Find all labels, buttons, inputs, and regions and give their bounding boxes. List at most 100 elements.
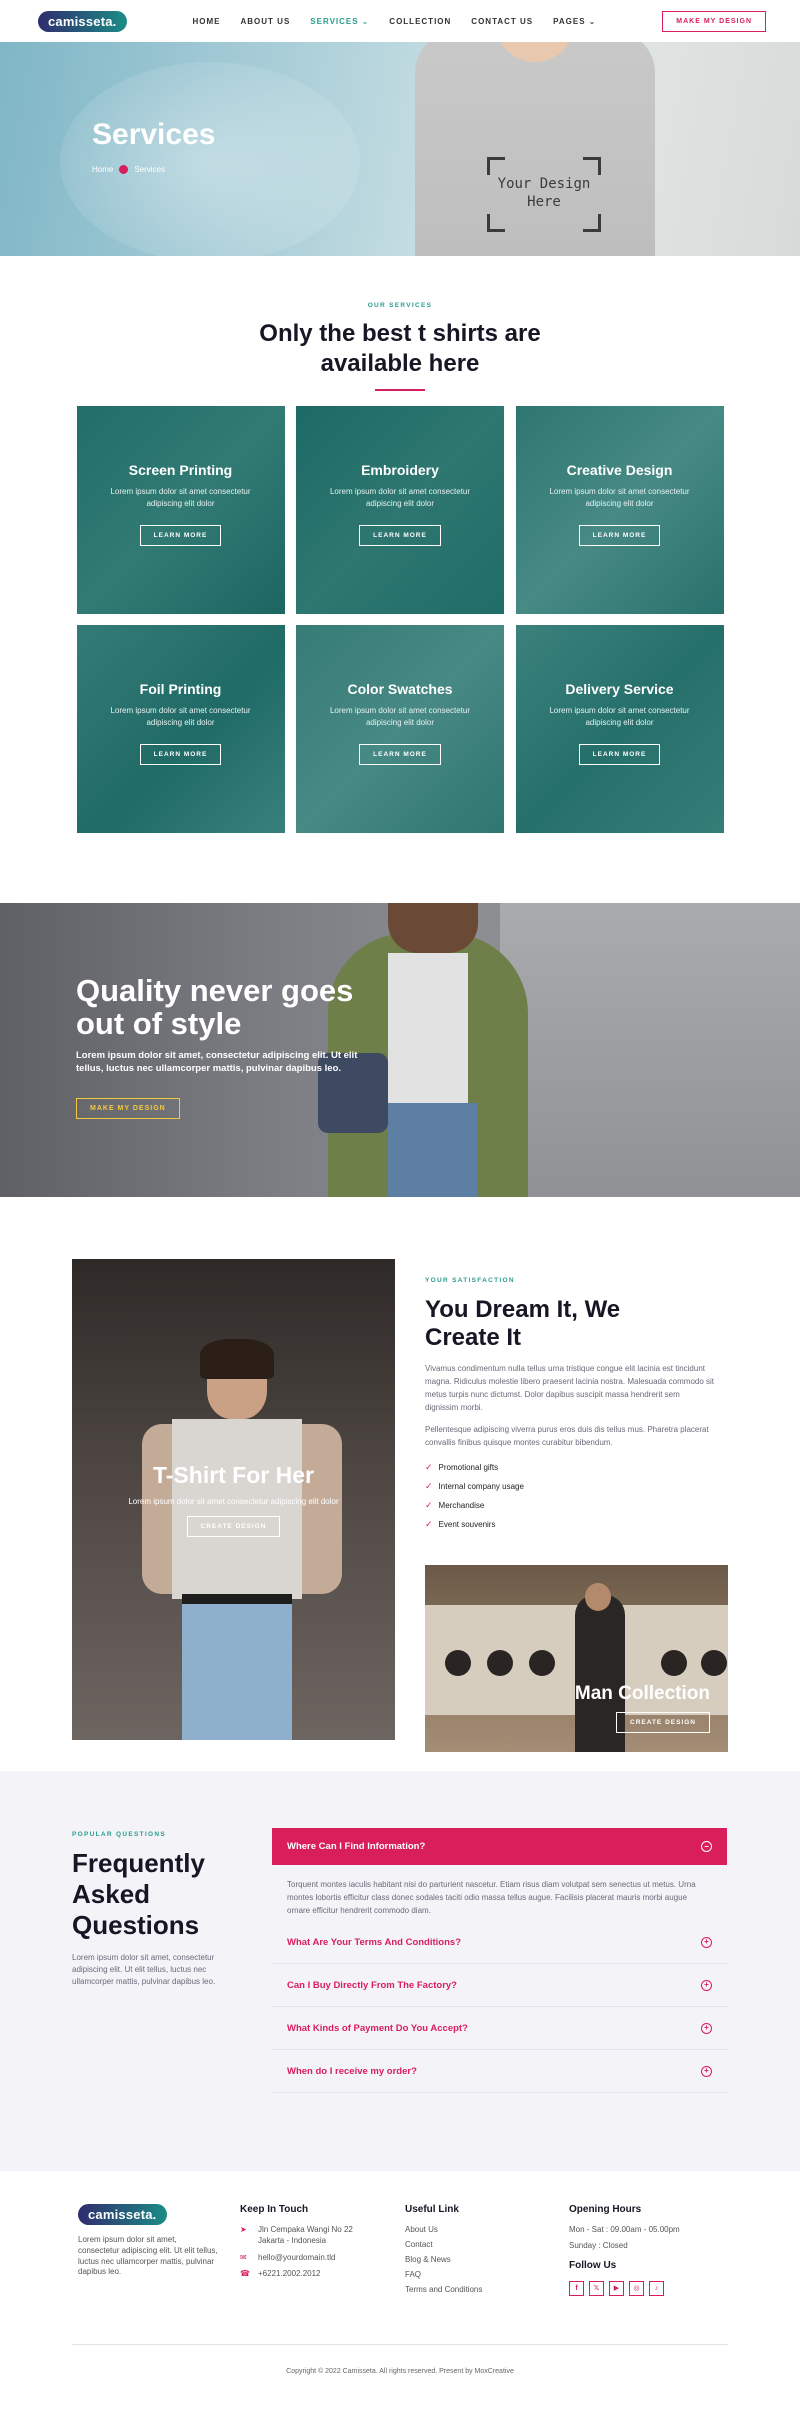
frame-corner <box>487 214 505 232</box>
chevron-down-icon: ⌄ <box>588 16 597 26</box>
mail-icon: ✉ <box>240 2252 247 2262</box>
learn-more-button[interactable]: LEARN MORE <box>578 744 661 766</box>
faq-item-open[interactable]: Where Can I Find Information? − <box>272 1828 727 1865</box>
man-collection-card[interactable]: Man Collection CREATE DESIGN <box>425 1565 728 1752</box>
make-my-design-button[interactable]: MAKE MY DESIGN <box>662 10 766 32</box>
tiktok-icon[interactable]: ♪ <box>649 2280 664 2296</box>
learn-more-button[interactable]: LEARN MORE <box>139 525 222 547</box>
service-card-screen-printing[interactable]: Screen Printing Lorem ipsum dolor sit am… <box>76 406 285 614</box>
footer-about: camisseta. Lorem ipsum dolor sit amet, c… <box>78 2204 218 2278</box>
breadcrumb-home[interactable]: Home <box>92 165 113 174</box>
her-card-text: Lorem ipsum dolor sit amet consectetur a… <box>128 1497 339 1506</box>
model-hair <box>388 903 478 953</box>
nav-contact[interactable]: CONTACT US <box>471 17 533 26</box>
card-text: Lorem ipsum dolor sit amet consectetur a… <box>110 487 251 508</box>
phone-row[interactable]: ☎ +6221.2002.2012 <box>240 2269 380 2280</box>
facebook-icon[interactable]: f <box>569 2280 584 2296</box>
make-my-design-button[interactable]: MAKE MY DESIGN <box>76 1097 180 1119</box>
footer-heading: Opening Hours <box>569 2204 642 2215</box>
card-title: Color Swatches <box>347 681 453 697</box>
youtube-icon[interactable]: ▶ <box>609 2280 624 2296</box>
service-card-delivery-service[interactable]: Delivery Service Lorem ipsum dolor sit a… <box>515 625 724 833</box>
faq-section: POPULAR QUESTIONS Frequently Asked Quest… <box>0 1771 800 2171</box>
feature-item: ✓ Promotional gifts <box>425 1462 715 1473</box>
service-card-foil-printing[interactable]: Foil Printing Lorem ipsum dolor sit amet… <box>76 625 285 833</box>
expand-icon[interactable]: + <box>701 2022 712 2034</box>
card-title: Embroidery <box>361 462 439 478</box>
create-design-button[interactable]: CREATE DESIGN <box>186 1516 281 1537</box>
footer-link-terms[interactable]: Terms and Conditions <box>405 2285 525 2294</box>
check-icon: ✓ <box>425 1480 433 1491</box>
expand-icon[interactable]: + <box>701 1936 712 1948</box>
footer-heading: Useful Link <box>405 2204 459 2215</box>
man-card-title: Man Collection <box>574 1683 710 1704</box>
feature-list: ✓ Promotional gifts ✓ Internal company usa… <box>425 1462 715 1530</box>
design-text-line: Here <box>527 194 561 211</box>
tshirt-for-her-card[interactable]: T-Shirt For Her Lorem ipsum dolor sit am… <box>72 1259 395 1740</box>
service-card-embroidery[interactable]: Embroidery Lorem ipsum dolor sit amet co… <box>296 406 504 614</box>
washer-window <box>529 1650 555 1676</box>
model-hair <box>200 1339 274 1379</box>
footer-logo[interactable]: camisseta. <box>78 2204 167 2225</box>
location-icon: ➤ <box>240 2225 247 2234</box>
address-row: ➤ Jln Cempaka Wangi No 22 Jakarta - Indon… <box>240 2225 380 2247</box>
learn-more-button[interactable]: LEARN MORE <box>359 525 441 547</box>
twitter-icon[interactable]: 𝕏 <box>589 2280 604 2296</box>
washer-window <box>701 1650 727 1676</box>
breadcrumb: Home Services <box>92 165 165 174</box>
faq-item[interactable]: Can I Buy Directly From The Factory? + <box>272 1964 727 2008</box>
instagram-icon[interactable]: ◎ <box>629 2280 644 2296</box>
quality-text: Lorem ipsum dolor sit amet, consectetur … <box>76 1050 358 1074</box>
card-text: Lorem ipsum dolor sit amet consectetur a… <box>329 706 471 727</box>
create-design-button[interactable]: CREATE DESIGN <box>616 1712 710 1733</box>
address-line: Jakarta - Indonesia <box>258 2235 327 2245</box>
social-links: f 𝕏 ▶ ◎ ♪ <box>569 2280 729 2296</box>
learn-more-button[interactable]: LEARN MORE <box>139 744 222 766</box>
expand-icon[interactable]: + <box>701 1979 712 1991</box>
service-card-color-swatches[interactable]: Color Swatches Lorem ipsum dolor sit ame… <box>296 625 504 833</box>
card-text: Lorem ipsum dolor sit amet consectetur a… <box>549 706 690 727</box>
feature-item: ✓ Merchandise <box>425 1500 715 1511</box>
nav-pages[interactable]: PAGES ⌄ <box>553 17 596 26</box>
faq-item[interactable]: What Kinds of Payment Do You Accept? + <box>272 2007 727 2051</box>
card-text: Lorem ipsum dolor sit amet consectetur a… <box>549 487 690 508</box>
expand-icon[interactable]: + <box>701 2065 712 2077</box>
footer-link-about[interactable]: About Us <box>405 2225 525 2234</box>
learn-more-button[interactable]: LEARN MORE <box>359 744 441 766</box>
card-text: Lorem ipsum dolor sit amet consectetur a… <box>110 706 251 727</box>
card-title: Creative Design <box>566 462 673 478</box>
nav-home[interactable]: HOME <box>193 17 221 26</box>
nav-about[interactable]: ABOUT US <box>241 17 291 26</box>
logo[interactable]: camisseta. <box>38 10 127 32</box>
services-eyebrow: OUR SERVICES <box>367 302 433 309</box>
footer-link-contact[interactable]: Contact <box>405 2240 525 2249</box>
collapse-icon[interactable]: − <box>701 1841 712 1852</box>
feature-label: Promotional gifts <box>438 1462 499 1472</box>
footer-link-faq[interactable]: FAQ <box>405 2270 525 2279</box>
learn-more-button[interactable]: LEARN MORE <box>578 525 661 547</box>
email-row[interactable]: ✉ hello@yourdomain.tld <box>240 2253 380 2264</box>
faq-item[interactable]: When do I receive my order? + <box>272 2050 727 2094</box>
feature-label: Internal company usage <box>438 1481 524 1491</box>
nav-services[interactable]: SERVICES ⌄ <box>310 17 369 26</box>
dream-title: You Dream It, We Create It <box>425 1296 621 1351</box>
footer-link-blog[interactable]: Blog & News <box>405 2255 525 2264</box>
breadcrumb-current: Services <box>134 165 166 174</box>
washer-window <box>445 1650 471 1676</box>
faq-accordion: Where Can I Find Information? − Torquent… <box>272 1828 727 2094</box>
site-footer: camisseta. Lorem ipsum dolor sit amet, c… <box>0 2171 800 2398</box>
faq-question: Where Can I Find Information? <box>287 1841 426 1852</box>
hours-weekday: Mon - Sat : 09.00am - 05.00pm <box>569 2225 680 2234</box>
card-content: Screen Printing Lorem ipsum dolor sit am… <box>77 462 285 547</box>
nav-collection[interactable]: COLLECTION <box>389 17 451 26</box>
feature-label: Event souvenirs <box>438 1519 496 1529</box>
hours-sunday: Sunday : Closed <box>569 2240 628 2250</box>
faq-item[interactable]: What Are Your Terms And Conditions? + <box>272 1921 727 1965</box>
dream-eyebrow: YOUR SATISFACTION <box>425 1277 515 1284</box>
nav-label: CONTACT US <box>471 16 534 26</box>
dream-content: YOUR SATISFACTION You Dream It, We Creat… <box>425 1277 715 1538</box>
email-text: hello@yourdomain.tld <box>258 2252 336 2262</box>
washer-window <box>661 1650 687 1676</box>
service-card-creative-design[interactable]: Creative Design Lorem ipsum dolor sit am… <box>515 406 724 614</box>
dream-paragraph: Vivamus condimentum nulla tellus urna tr… <box>425 1364 715 1412</box>
